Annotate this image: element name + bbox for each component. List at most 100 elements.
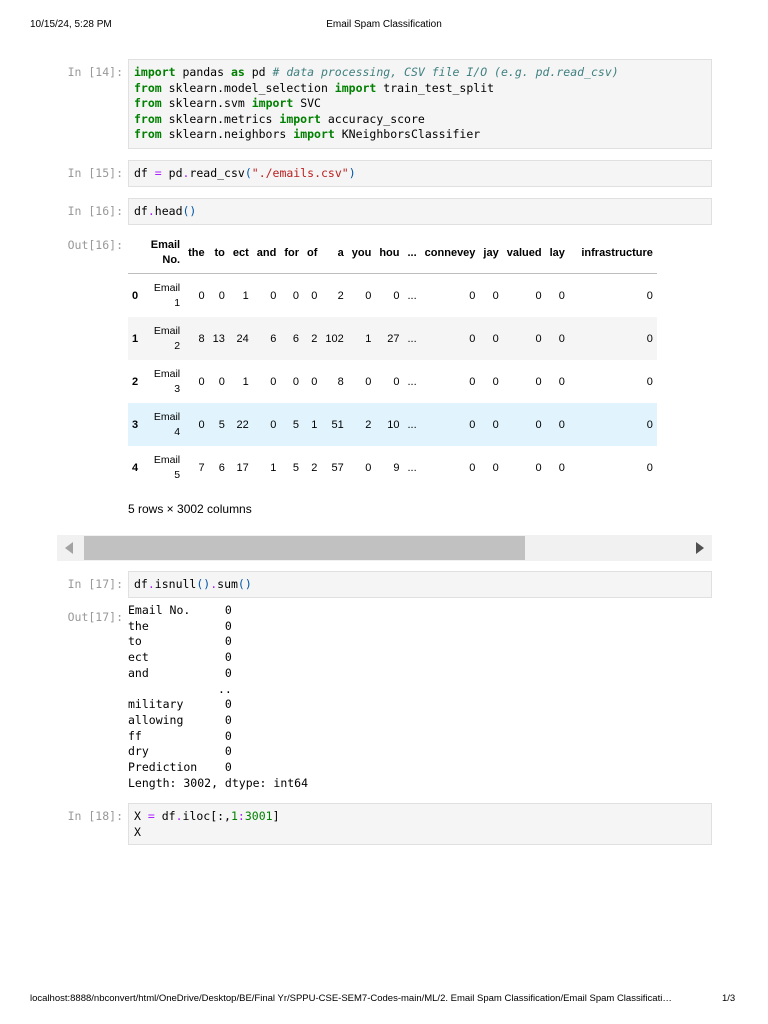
table-cell: 0 bbox=[292, 375, 300, 388]
table-cell: 0 bbox=[469, 461, 476, 474]
code-token: sklearn.metrics bbox=[161, 111, 280, 126]
table-cell: 1 bbox=[270, 461, 277, 474]
code-token: import bbox=[251, 96, 294, 110]
code-token: sklearn.model_selection bbox=[161, 80, 335, 95]
table-cell: 0 bbox=[545, 317, 569, 360]
table-cell: 0 bbox=[365, 289, 372, 302]
table-cell: 0 bbox=[218, 375, 225, 388]
code-token: isnull bbox=[154, 577, 197, 591]
code-token: 3001 bbox=[244, 809, 273, 823]
scroll-left-icon[interactable] bbox=[65, 542, 73, 554]
table-cell: 0 bbox=[420, 403, 480, 446]
table-cell: Email 5 bbox=[153, 453, 181, 481]
code-token: () bbox=[182, 204, 197, 218]
code-token: sklearn.neighbors bbox=[161, 127, 294, 141]
table-cell: 2 bbox=[347, 403, 376, 446]
table-cell: 0 bbox=[420, 317, 480, 360]
column-header: Email No. bbox=[142, 233, 185, 274]
code-line: from sklearn.model_selection import trai… bbox=[134, 81, 706, 97]
code-token: : bbox=[237, 809, 245, 823]
code-token: import bbox=[279, 111, 321, 126]
table-cell: 0 bbox=[558, 461, 565, 474]
table-cell: 0 bbox=[568, 317, 657, 360]
code-token: pd bbox=[244, 65, 273, 79]
table-cell: 10 bbox=[375, 403, 404, 446]
table-cell: 0 bbox=[646, 375, 653, 388]
print-url: localhost:8888/nbconvert/html/OneDrive/D… bbox=[30, 993, 672, 1004]
code-line: df.head() bbox=[134, 204, 706, 220]
code-token: from bbox=[134, 96, 162, 110]
table-cell: ... bbox=[403, 403, 421, 446]
table-cell: 0 bbox=[311, 375, 318, 388]
code-token: ) bbox=[348, 166, 356, 180]
table-cell: ... bbox=[407, 375, 417, 388]
table-cell: 0 bbox=[218, 289, 225, 302]
table-cell: Email 4 bbox=[142, 403, 185, 446]
table-cell: 0 bbox=[198, 375, 205, 388]
code-editor[interactable]: import pandas as pd # data processing, C… bbox=[128, 59, 712, 149]
code-editor[interactable]: df.isnull().sum() bbox=[128, 571, 712, 598]
column-header: ... bbox=[403, 233, 421, 274]
table-cell: 6 bbox=[280, 317, 304, 360]
code-token: = bbox=[154, 166, 162, 180]
table-cell: 5 bbox=[280, 403, 304, 446]
code-editor[interactable]: X = df.iloc[:,1:3001] X bbox=[128, 803, 712, 845]
input-prompt: In [15]: bbox=[67, 166, 123, 180]
code-line: X bbox=[134, 825, 706, 841]
scrollbar-thumb[interactable] bbox=[84, 536, 525, 560]
code-line: df = pd.read_csv("./emails.csv") bbox=[134, 166, 706, 182]
isnull-output: Email No. 0 the 0 to 0 ect 0 and 0 .. mi… bbox=[128, 603, 309, 790]
table-cell: 0 bbox=[198, 289, 205, 302]
table-cell: 1 bbox=[303, 403, 322, 446]
print-page-number: 1/3 bbox=[722, 993, 736, 1004]
horizontal-scrollbar[interactable] bbox=[57, 535, 712, 561]
code-token: = bbox=[147, 809, 155, 823]
table-cell: 2 bbox=[311, 461, 318, 474]
table-cell: 8 bbox=[184, 317, 209, 360]
table-cell: 0 bbox=[184, 403, 209, 446]
table-cell: 0 bbox=[646, 289, 653, 302]
table-cell: 0 bbox=[270, 289, 277, 302]
table-cell: 51 bbox=[321, 403, 348, 446]
code-token: "./emails.csv" bbox=[251, 166, 349, 180]
code-token: from bbox=[134, 111, 162, 126]
row-index: 1 bbox=[128, 317, 143, 360]
column-header: you bbox=[347, 233, 376, 274]
code-token: pd bbox=[161, 166, 183, 180]
table-cell: 17 bbox=[236, 461, 249, 474]
code-token: ] bbox=[272, 809, 280, 823]
column-header: hou bbox=[375, 233, 404, 274]
column-header: the bbox=[184, 233, 209, 274]
table-row: 4 Email 5 7 6 17 1 5 2 57 0 9... 0 0 0 0 0 bbox=[128, 446, 657, 489]
table-cell: 1 bbox=[347, 317, 376, 360]
table-cell: 0 bbox=[568, 403, 657, 446]
input-prompt: In [17]: bbox=[67, 577, 123, 591]
table-cell: 0 bbox=[545, 403, 569, 446]
table-cell: 0 bbox=[270, 375, 277, 388]
table-cell: 0 bbox=[535, 375, 542, 388]
column-header: lay bbox=[545, 233, 569, 274]
code-token: df bbox=[134, 204, 148, 218]
table-cell: 0 bbox=[292, 289, 300, 302]
table-cell: 5 bbox=[208, 403, 229, 446]
code-token: df bbox=[154, 809, 176, 823]
table-cell: 2 bbox=[303, 317, 322, 360]
code-editor[interactable]: df = pd.read_csv("./emails.csv") bbox=[128, 160, 712, 187]
row-index: 0 bbox=[132, 289, 139, 302]
code-token: as bbox=[230, 65, 245, 79]
table-cell: 22 bbox=[228, 403, 253, 446]
input-prompt: In [16]: bbox=[67, 204, 123, 218]
table-cell: 0 bbox=[502, 317, 546, 360]
code-token: pandas bbox=[175, 65, 231, 79]
code-editor[interactable]: df.head() bbox=[128, 198, 712, 225]
input-prompt: In [18]: bbox=[67, 809, 123, 823]
row-index: 2 bbox=[132, 375, 139, 388]
table-cell: 8 bbox=[337, 375, 344, 388]
code-token: . bbox=[147, 204, 155, 218]
scroll-right-icon[interactable] bbox=[696, 542, 704, 554]
table-cell: 0 bbox=[535, 289, 542, 302]
column-header: and bbox=[252, 233, 281, 274]
code-line: from sklearn.svm import SVC bbox=[134, 96, 706, 112]
table-cell: Email 2 bbox=[142, 317, 185, 360]
table-cell: 0 bbox=[492, 461, 499, 474]
